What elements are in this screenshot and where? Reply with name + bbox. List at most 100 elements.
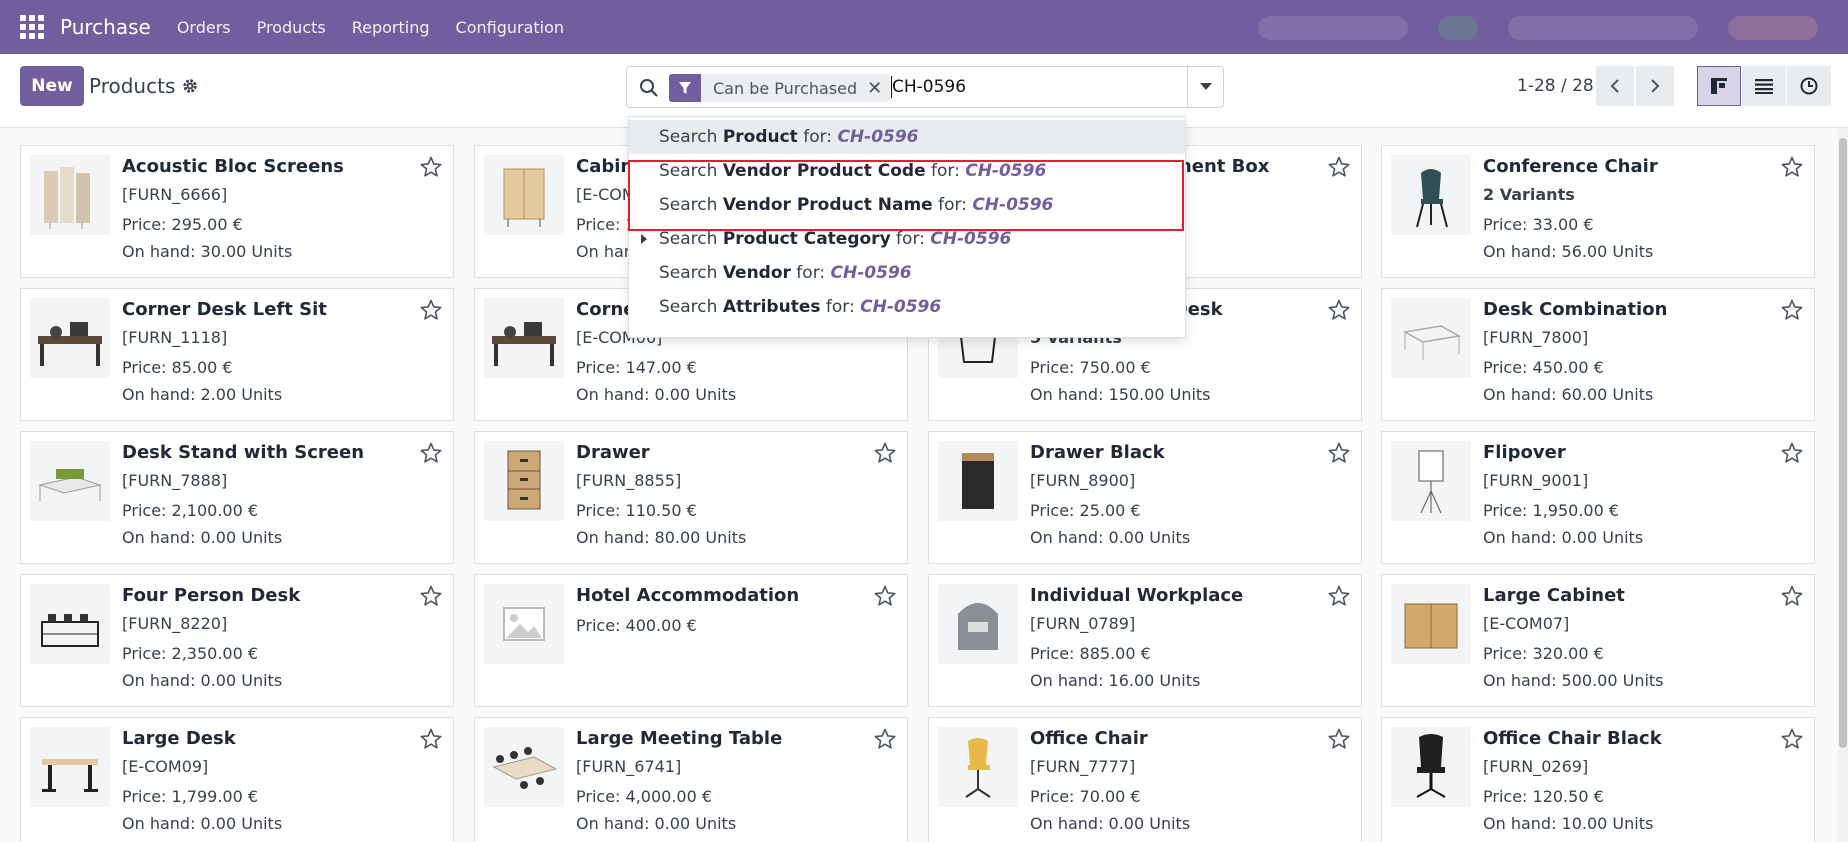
star-icon[interactable] (1780, 441, 1804, 465)
app-grid-icon[interactable] (20, 15, 44, 39)
product-price: Price: 70.00 € (1030, 787, 1141, 806)
systray-blurred (1508, 16, 1698, 40)
product-price: Price: 110.50 € (576, 501, 697, 520)
star-icon[interactable] (873, 584, 897, 608)
star-icon[interactable] (873, 727, 897, 751)
chevron-left-icon (1610, 79, 1619, 93)
star-icon[interactable] (419, 584, 443, 608)
product-name: Acoustic Bloc Screens (122, 156, 344, 177)
product-card[interactable]: Office Chair [FURN_7777] Price: 70.00 € … (928, 717, 1362, 842)
autocomplete-item-product[interactable]: Search Product for: CH-0596 (629, 120, 1185, 154)
autocomplete-item-attributes[interactable]: Search Attributes for: CH-0596 (629, 290, 1185, 324)
product-name: Drawer Black (1030, 442, 1165, 463)
product-price: Price: 25.00 € (1030, 501, 1141, 520)
search-input[interactable]: CH-0596 (892, 77, 966, 97)
product-onhand: On hand: 0.00 Units (122, 671, 283, 690)
top-navbar: Purchase Orders Products Reporting Confi… (0, 0, 1848, 54)
product-image (1391, 584, 1471, 664)
list-view-button[interactable] (1742, 66, 1786, 106)
product-price: Price: 120.50 € (1483, 787, 1604, 806)
menu-orders[interactable]: Orders (177, 18, 231, 37)
star-icon[interactable] (1327, 727, 1351, 751)
star-icon[interactable] (419, 727, 443, 751)
product-card[interactable]: Conference Chair 2 Variants Price: 33.00… (1381, 145, 1815, 278)
user-avatar-blurred[interactable] (1728, 16, 1818, 40)
scrollbar[interactable] (1838, 128, 1848, 842)
product-name: Flipover (1483, 442, 1566, 463)
product-reference: [E-COM09] (122, 757, 209, 776)
product-price: Price: 400.00 € (576, 616, 697, 635)
star-icon[interactable] (873, 441, 897, 465)
product-card[interactable]: Flipover [FURN_9001] Price: 1,950.00 € O… (1381, 431, 1815, 564)
star-icon[interactable] (1327, 298, 1351, 322)
product-reference: [FURN_7888] (122, 471, 228, 490)
expand-caret-icon[interactable] (641, 234, 647, 244)
product-name: Conference Chair (1483, 156, 1658, 177)
product-card[interactable]: Acoustic Bloc Screens [FURN_6666] Price:… (20, 145, 454, 278)
autocomplete-item-vendor-product-code[interactable]: Search Vendor Product Code for: CH-0596 (629, 154, 1185, 188)
product-card[interactable]: Hotel Accommodation Price: 400.00 € (474, 574, 908, 707)
product-price: Price: 1 (576, 215, 636, 234)
star-icon[interactable] (419, 441, 443, 465)
product-reference: [FURN_1118] (122, 328, 228, 347)
product-onhand: On hand: 0.00 Units (1030, 814, 1191, 833)
caret-down-icon (1199, 83, 1212, 90)
product-name: Office Chair (1030, 728, 1148, 749)
product-image (30, 441, 110, 521)
product-card[interactable]: Drawer [FURN_8855] Price: 110.50 € On ha… (474, 431, 908, 564)
star-icon[interactable] (1780, 727, 1804, 751)
menu-reporting[interactable]: Reporting (352, 18, 430, 37)
product-reference: [E-COM07] (1483, 614, 1570, 633)
product-name: Desk Combination (1483, 299, 1668, 320)
search-bar[interactable]: Can be Purchased ✕ CH-0596 (626, 66, 1224, 108)
product-reference: [FURN_8855] (576, 471, 682, 490)
product-card[interactable]: Large Meeting Table [FURN_6741] Price: 4… (474, 717, 908, 842)
autocomplete-item-product-category[interactable]: Search Product Category for: CH-0596 (629, 222, 1185, 256)
product-onhand: On hand: 80.00 Units (576, 528, 747, 547)
chevron-right-icon (1651, 79, 1660, 93)
product-price: Price: 295.00 € (122, 215, 243, 234)
autocomplete-item-vendor[interactable]: Search Vendor for: CH-0596 (629, 256, 1185, 290)
product-variants: 2 Variants (1483, 185, 1575, 204)
star-icon[interactable] (1327, 584, 1351, 608)
menu-configuration[interactable]: Configuration (456, 18, 565, 37)
scrollbar-thumb[interactable] (1839, 138, 1847, 748)
product-card[interactable]: Desk Combination [FURN_7800] Price: 450.… (1381, 288, 1815, 421)
star-icon[interactable] (419, 298, 443, 322)
product-image (938, 441, 1018, 521)
facet-remove-icon[interactable]: ✕ (867, 78, 890, 99)
pager-previous-button[interactable] (1596, 66, 1634, 106)
product-price: Price: 885.00 € (1030, 644, 1151, 663)
pager-next-button[interactable] (1636, 66, 1674, 106)
star-icon[interactable] (419, 155, 443, 179)
autocomplete-item-vendor-product-name[interactable]: Search Vendor Product Name for: CH-0596 (629, 188, 1185, 222)
product-card[interactable]: Individual Workplace [FURN_0789] Price: … (928, 574, 1362, 707)
pager-value[interactable]: 1-28 / 28 (1517, 76, 1594, 96)
gear-icon[interactable] (182, 78, 198, 94)
star-icon[interactable] (1780, 298, 1804, 322)
menu-products[interactable]: Products (257, 18, 326, 37)
product-card[interactable]: Large Cabinet [E-COM07] Price: 320.00 € … (1381, 574, 1815, 707)
product-image (484, 727, 564, 807)
new-button[interactable]: New (20, 66, 84, 106)
product-price: Price: 2,100.00 € (122, 501, 259, 520)
star-icon[interactable] (1780, 584, 1804, 608)
product-card[interactable]: Four Person Desk [FURN_8220] Price: 2,35… (20, 574, 454, 707)
product-name: Individual Workplace (1030, 585, 1244, 606)
product-card[interactable]: Desk Stand with Screen [FURN_7888] Price… (20, 431, 454, 564)
product-card[interactable]: Large Desk [E-COM09] Price: 1,799.00 € O… (20, 717, 454, 842)
product-card[interactable]: Drawer Black [FURN_8900] Price: 25.00 € … (928, 431, 1362, 564)
star-icon[interactable] (1327, 441, 1351, 465)
search-options-toggle[interactable] (1187, 67, 1223, 107)
app-brand[interactable]: Purchase (60, 15, 151, 39)
product-price: Price: 450.00 € (1483, 358, 1604, 377)
product-card[interactable]: Office Chair Black [FURN_0269] Price: 12… (1381, 717, 1815, 842)
product-card[interactable]: Corner Desk Left Sit [FURN_1118] Price: … (20, 288, 454, 421)
activity-view-button[interactable] (1787, 66, 1831, 106)
product-price: Price: 2,350.00 € (122, 644, 259, 663)
product-image (30, 298, 110, 378)
star-icon[interactable] (1327, 155, 1351, 179)
product-reference: [FURN_0789] (1030, 614, 1136, 633)
kanban-view-button[interactable] (1697, 66, 1741, 106)
star-icon[interactable] (1780, 155, 1804, 179)
